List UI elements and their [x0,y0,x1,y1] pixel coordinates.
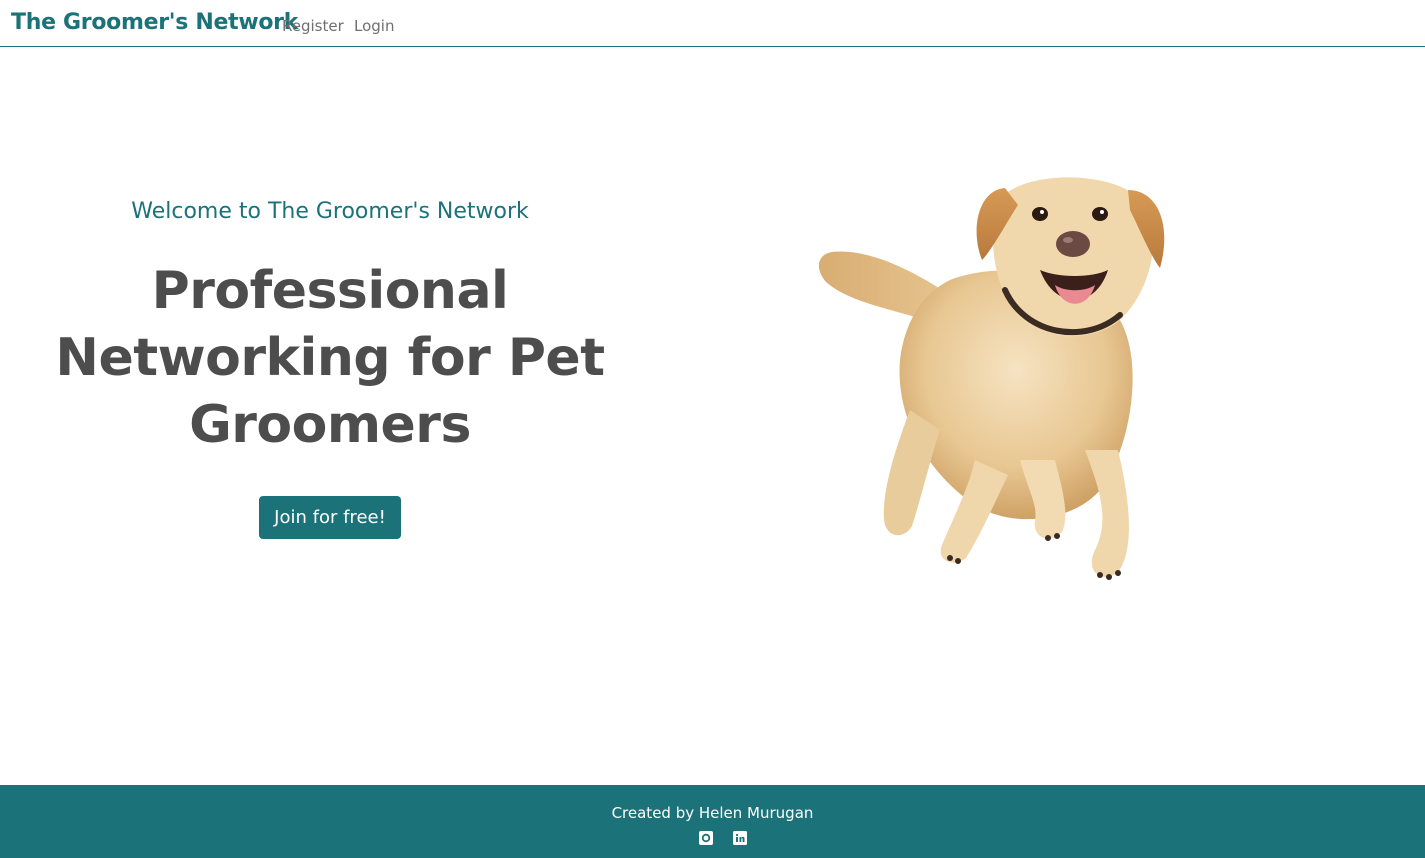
join-button[interactable]: Join for free! [259,496,401,539]
dog-image [800,160,1180,590]
footer: Created by Helen Murugan [0,785,1425,858]
linkedin-icon[interactable] [733,830,747,845]
navbar: The Groomer's Network Register Login [0,0,1425,47]
nav-link-register[interactable]: Register [282,17,344,35]
github-icon[interactable] [699,830,713,845]
brand-logo-link[interactable]: The Groomer's Network [11,10,298,35]
hero-headline: Professional Networking for Pet Groomers [55,261,605,455]
hero-section: Welcome to The Groomer's Network Profess… [0,48,660,784]
nav-link-login[interactable]: Login [354,17,394,35]
footer-credit: Created by Helen Murugan [611,804,814,822]
labrador-illustration [818,177,1165,580]
welcome-subtitle: Welcome to The Groomer's Network [131,199,529,224]
